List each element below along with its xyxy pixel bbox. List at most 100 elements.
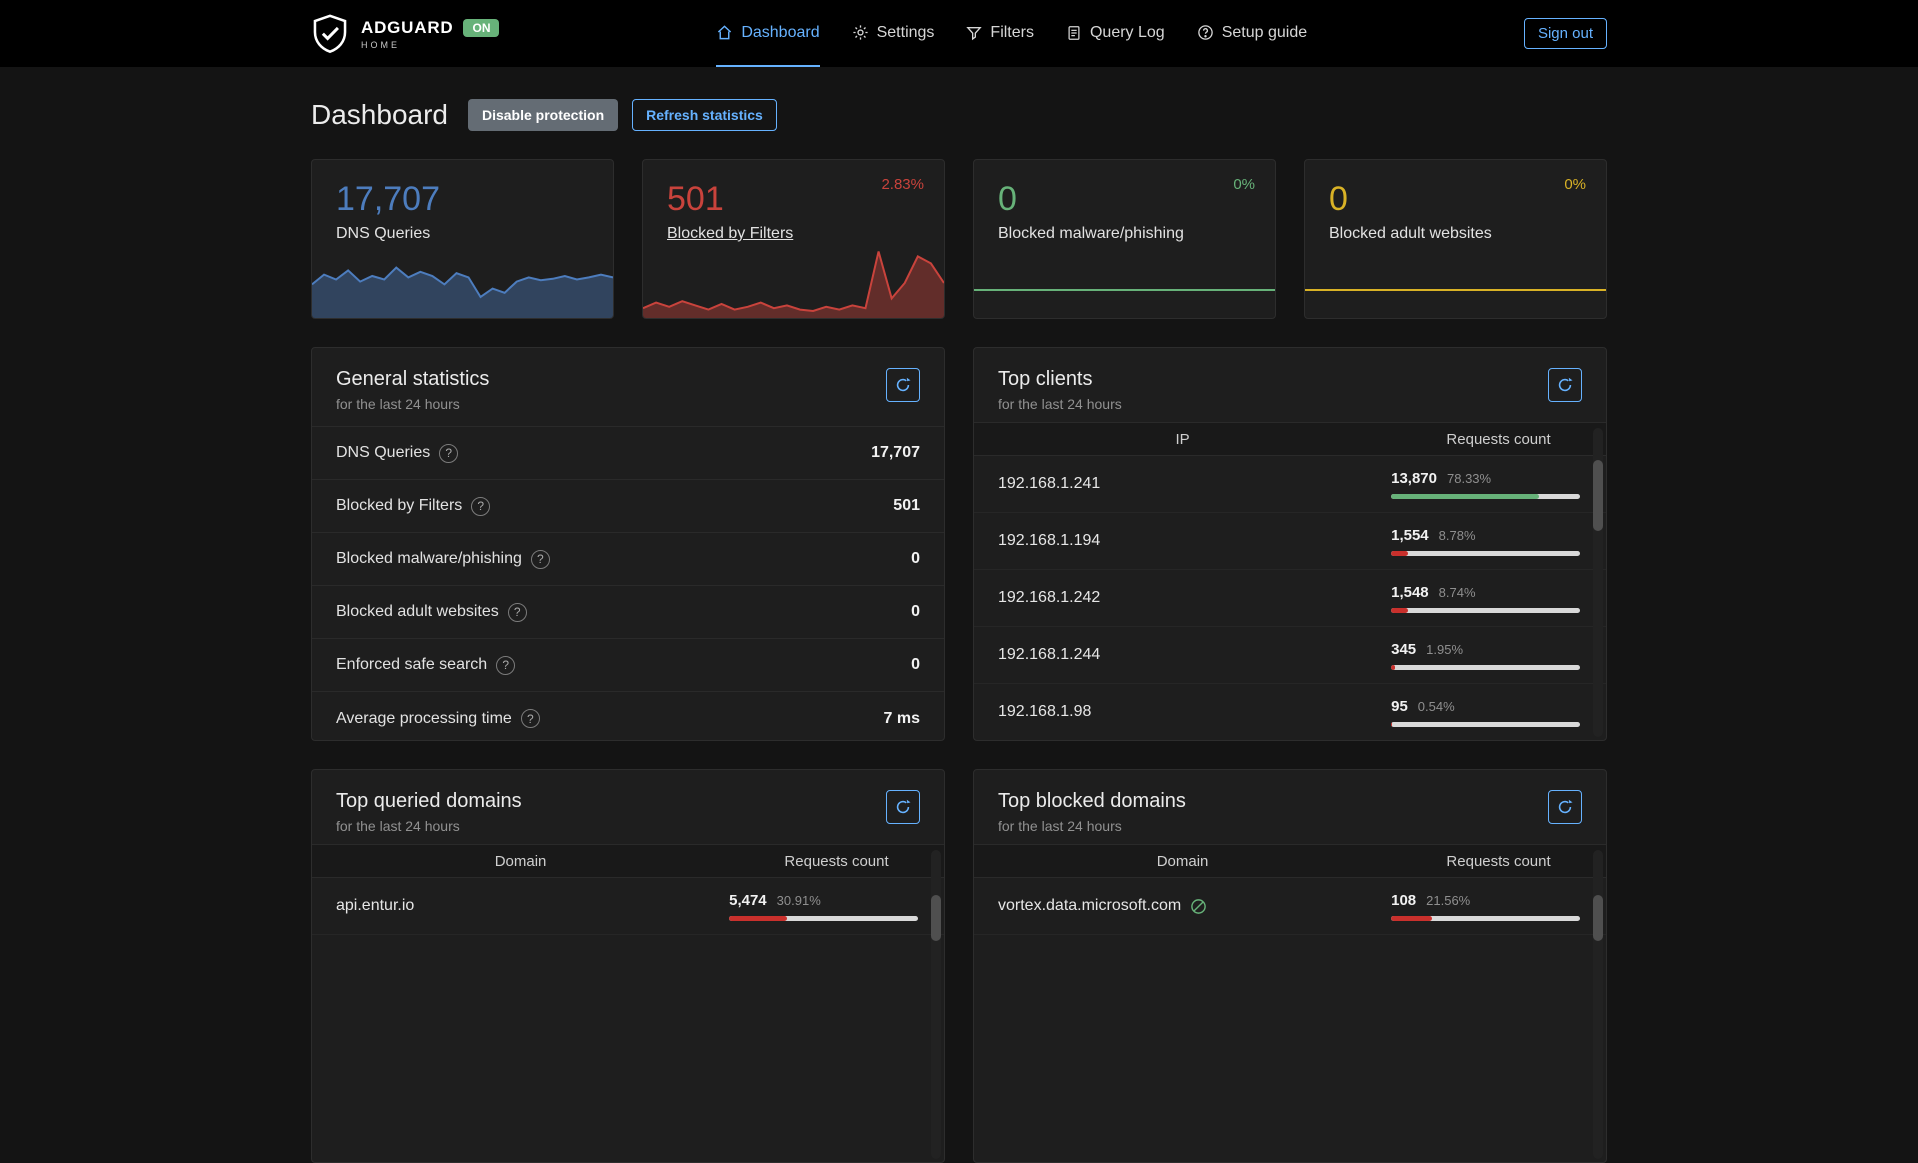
scrollbar-thumb[interactable]: [1593, 460, 1603, 531]
progress-bar-fill: [1391, 916, 1432, 921]
table-header: Domain Requests count: [974, 844, 1606, 878]
client-percent: 8.78%: [1439, 528, 1476, 543]
navbar: ADGUARD ON HOME Dashboard Settings: [0, 0, 1918, 67]
stat-row-label: Blocked adult websites: [336, 603, 499, 621]
domain-count: 108: [1391, 892, 1416, 909]
dns-queries-card: 17,707 DNS Queries: [311, 159, 614, 319]
scrollbar-track[interactable]: [931, 850, 941, 1159]
refresh-icon: [1557, 377, 1573, 393]
stat-row-label: DNS Queries: [336, 444, 430, 462]
stat-row: Blocked malware/phishing ? 0: [312, 533, 944, 586]
blocked-by-filters-link[interactable]: Blocked by Filters: [667, 225, 793, 243]
scrollbar-thumb[interactable]: [1593, 895, 1603, 941]
adult-percent: 0%: [1564, 176, 1586, 193]
dns-queries-label: DNS Queries: [336, 225, 430, 243]
blocked-by-filters-sparkline: [643, 248, 944, 318]
scrollbar-track[interactable]: [1593, 850, 1603, 1159]
panel-subtitle: for the last 24 hours: [998, 818, 1186, 834]
queried-domain: api.entur.io: [312, 897, 729, 915]
nav-item-setup-guide[interactable]: Setup guide: [1197, 0, 1307, 67]
progress-bar: [729, 916, 918, 921]
dns-queries-sparkline: [312, 248, 613, 318]
refresh-button[interactable]: [886, 368, 920, 402]
help-icon[interactable]: ?: [471, 497, 490, 516]
panel-title: General statistics: [336, 368, 489, 391]
client-ip: 192.168.1.194: [974, 532, 1391, 550]
domain-percent: 21.56%: [1426, 893, 1470, 908]
adguard-home-brand[interactable]: ADGUARD ON HOME: [311, 13, 499, 55]
client-percent: 8.74%: [1439, 585, 1476, 600]
nav-item-settings[interactable]: Settings: [852, 0, 935, 67]
refresh-button[interactable]: [886, 790, 920, 824]
nav-item-dashboard[interactable]: Dashboard: [716, 0, 819, 67]
help-icon[interactable]: ?: [508, 603, 527, 622]
stat-row-value: 17,707: [871, 444, 920, 462]
refresh-statistics-button[interactable]: Refresh statistics: [632, 99, 777, 131]
domain-percent: 30.91%: [777, 893, 821, 908]
help-icon[interactable]: ?: [521, 709, 540, 728]
help-icon[interactable]: ?: [439, 444, 458, 463]
nav-item-label: Dashboard: [741, 24, 819, 42]
progress-bar: [1391, 722, 1580, 727]
blocked-malware-card: 0% 0 Blocked malware/phishing: [973, 159, 1276, 319]
stat-row-label: Enforced safe search: [336, 656, 487, 674]
stat-row: Average processing time ? 7 ms: [312, 692, 944, 741]
column-header-domain: Domain: [312, 853, 729, 870]
client-row: 192.168.1.241 13,870 78.33%: [974, 456, 1606, 513]
refresh-button[interactable]: [1548, 368, 1582, 402]
column-header-requests: Requests count: [1391, 431, 1606, 448]
progress-bar: [1391, 494, 1580, 499]
refresh-button[interactable]: [1548, 790, 1582, 824]
progress-bar-fill: [1391, 551, 1408, 556]
general-statistics-panel: General statistics for the last 24 hours…: [311, 347, 945, 741]
nav-item-filters[interactable]: Filters: [966, 0, 1034, 67]
top-clients-panel: Top clients for the last 24 hours IP Req…: [973, 347, 1607, 741]
help-icon[interactable]: ?: [531, 550, 550, 569]
client-ip: 192.168.1.242: [974, 589, 1391, 607]
client-row: 192.168.1.244 345 1.95%: [974, 627, 1606, 684]
panel-title: Top clients: [998, 368, 1122, 391]
progress-bar-fill: [1391, 722, 1392, 727]
client-row: 192.168.1.98 95 0.54%: [974, 684, 1606, 741]
panel-subtitle: for the last 24 hours: [336, 396, 489, 412]
disable-protection-button[interactable]: Disable protection: [468, 99, 618, 131]
panel-subtitle: for the last 24 hours: [336, 818, 522, 834]
stat-row-value: 0: [911, 603, 920, 621]
client-ip: 192.168.1.244: [974, 646, 1391, 664]
stat-row: DNS Queries ? 17,707: [312, 427, 944, 480]
blocked-domain: vortex.data.microsoft.com: [998, 897, 1181, 915]
client-count: 1,548: [1391, 584, 1429, 601]
scrollbar-track[interactable]: [1593, 428, 1603, 737]
shield-check-logo-icon: [311, 13, 349, 55]
domain-row: api.entur.io 5,474 30.91%: [312, 878, 944, 935]
progress-bar-fill: [729, 916, 787, 921]
table-header: Domain Requests count: [312, 844, 944, 878]
progress-bar-fill: [1391, 665, 1395, 670]
client-count: 1,554: [1391, 527, 1429, 544]
stat-row-value: 501: [893, 497, 920, 515]
nav-item-label: Setup guide: [1222, 24, 1307, 42]
progress-bar: [1391, 665, 1580, 670]
top-queried-domains-panel: Top queried domains for the last 24 hour…: [311, 769, 945, 1163]
domain-row: vortex.data.microsoft.com 108 21.56%: [974, 878, 1606, 935]
sign-out-button[interactable]: Sign out: [1524, 18, 1607, 49]
stat-row-label: Average processing time: [336, 710, 512, 728]
progress-bar: [1391, 551, 1580, 556]
nav-item-label: Query Log: [1090, 24, 1165, 42]
page-title: Dashboard: [311, 99, 448, 131]
help-icon[interactable]: ?: [496, 656, 515, 675]
question-icon: [1197, 24, 1214, 41]
scrollbar-thumb[interactable]: [931, 895, 941, 941]
progress-bar: [1391, 608, 1580, 613]
refresh-icon: [1557, 799, 1573, 815]
progress-bar-fill: [1391, 608, 1408, 613]
blocked-malware-sparkline: [974, 248, 1275, 318]
client-percent: 0.54%: [1418, 699, 1455, 714]
panel-subtitle: for the last 24 hours: [998, 396, 1122, 412]
blocked-tracker-icon: [1190, 898, 1207, 915]
home-icon: [716, 24, 733, 41]
progress-bar-fill: [1391, 494, 1539, 499]
stat-row-label: Blocked by Filters: [336, 497, 462, 515]
nav-item-query-log[interactable]: Query Log: [1066, 0, 1165, 67]
client-ip: 192.168.1.98: [974, 703, 1391, 721]
